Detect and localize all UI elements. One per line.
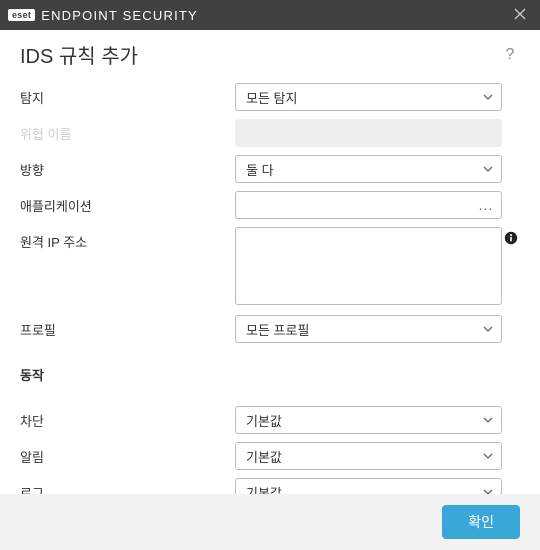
- label-remote-ip: 원격 IP 주소: [20, 227, 235, 251]
- row-application: 애플리케이션 ...: [20, 191, 520, 219]
- row-threat-name: 위협 이름: [20, 119, 520, 147]
- label-alert: 알림: [20, 442, 235, 466]
- help-button[interactable]: ?: [500, 46, 520, 64]
- row-block: 차단 기본값: [20, 406, 520, 434]
- close-icon: [514, 8, 526, 23]
- label-profile: 프로필: [20, 315, 235, 339]
- row-detect: 탐지 모든 탐지: [20, 83, 520, 111]
- textarea-remote-ip[interactable]: [235, 227, 502, 305]
- select-detect-value: 모든 탐지: [246, 88, 297, 107]
- select-profile-value: 모든 프로필: [246, 320, 309, 339]
- select-detect[interactable]: 모든 탐지: [235, 83, 502, 111]
- input-threat-name: [235, 119, 502, 147]
- content-area: IDS 규칙 추가 ? 탐지 모든 탐지 위협 이름 방향: [0, 30, 540, 506]
- titlebar-left: eset ENDPOINT SECURITY: [8, 8, 198, 23]
- titlebar: eset ENDPOINT SECURITY: [0, 0, 540, 30]
- label-threat-name: 위협 이름: [20, 119, 235, 143]
- select-alert-value: 기본값: [246, 447, 282, 466]
- label-detect: 탐지: [20, 83, 235, 107]
- label-application: 애플리케이션: [20, 191, 235, 215]
- section-heading-action: 동작: [20, 365, 520, 384]
- input-application[interactable]: ...: [235, 191, 502, 219]
- chevron-down-icon: [483, 453, 493, 459]
- chevron-down-icon: [483, 94, 493, 100]
- brand-badge: eset: [8, 9, 35, 21]
- ok-button[interactable]: 확인: [442, 505, 520, 539]
- label-direction: 방향: [20, 155, 235, 179]
- select-direction-value: 둘 다: [246, 160, 274, 179]
- page-header: IDS 규칙 추가 ?: [20, 40, 520, 69]
- select-profile[interactable]: 모든 프로필: [235, 315, 502, 343]
- app-title: ENDPOINT SECURITY: [41, 8, 198, 23]
- row-profile: 프로필 모든 프로필: [20, 315, 520, 343]
- select-block[interactable]: 기본값: [235, 406, 502, 434]
- row-alert: 알림 기본값: [20, 442, 520, 470]
- page-title: IDS 규칙 추가: [20, 40, 138, 69]
- chevron-down-icon: [483, 166, 493, 172]
- chevron-down-icon: [483, 417, 493, 423]
- row-direction: 방향 둘 다: [20, 155, 520, 183]
- select-direction[interactable]: 둘 다: [235, 155, 502, 183]
- browse-button[interactable]: ...: [471, 192, 501, 218]
- close-button[interactable]: [508, 3, 532, 27]
- chevron-down-icon: [483, 326, 493, 332]
- row-remote-ip: 원격 IP 주소: [20, 227, 520, 305]
- label-block: 차단: [20, 406, 235, 430]
- footer: 확인: [0, 494, 540, 550]
- select-block-value: 기본값: [246, 411, 282, 430]
- select-alert[interactable]: 기본값: [235, 442, 502, 470]
- info-icon[interactable]: [502, 227, 520, 248]
